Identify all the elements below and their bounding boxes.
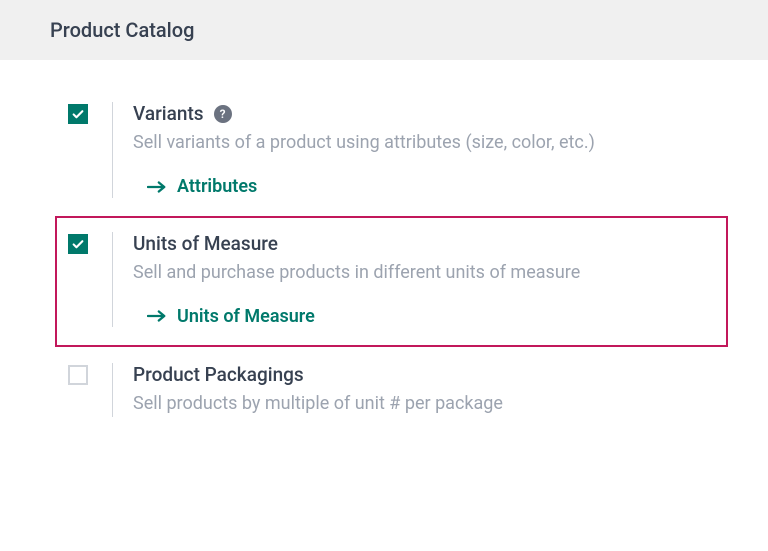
section-title: Product Catalog	[50, 18, 194, 42]
setting-description: Sell and purchase products in different …	[133, 259, 706, 286]
vertical-divider	[112, 232, 113, 328]
help-icon[interactable]: ?	[214, 105, 232, 123]
setting-title: Units of Measure	[133, 232, 278, 255]
check-icon	[71, 107, 85, 121]
link-uom[interactable]: Units of Measure	[147, 306, 315, 327]
setting-row-uom: Units of Measure Sell and purchase produ…	[55, 216, 728, 348]
setting-description: Sell variants of a product using attribu…	[133, 129, 748, 156]
checkbox-packagings[interactable]	[68, 365, 88, 385]
checkbox-uom[interactable]	[68, 234, 88, 254]
link-attributes[interactable]: Attributes	[147, 176, 257, 197]
section-header: Product Catalog	[0, 0, 768, 60]
check-icon	[71, 237, 85, 251]
setting-row-packagings: Product Packagings Sell products by mult…	[0, 351, 768, 431]
vertical-divider	[112, 102, 113, 198]
setting-row-variants: Variants ? Sell variants of a product us…	[0, 90, 768, 212]
setting-title: Product Packagings	[133, 363, 304, 386]
vertical-divider	[112, 363, 113, 417]
link-label: Attributes	[177, 176, 257, 197]
setting-description: Sell products by multiple of unit # per …	[133, 390, 748, 417]
arrow-right-icon	[147, 180, 167, 194]
settings-list: Variants ? Sell variants of a product us…	[0, 60, 768, 465]
link-label: Units of Measure	[177, 306, 315, 327]
checkbox-variants[interactable]	[68, 104, 88, 124]
setting-title: Variants	[133, 102, 204, 125]
arrow-right-icon	[147, 309, 167, 323]
